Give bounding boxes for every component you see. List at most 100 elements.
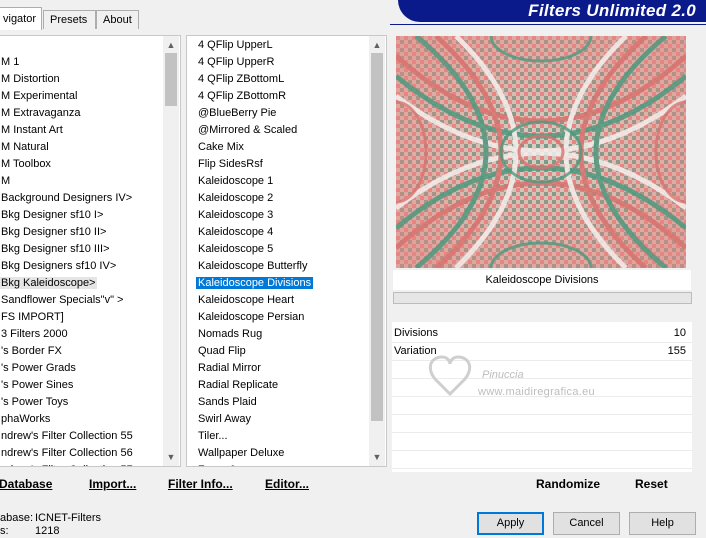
filter-item[interactable]: Kaleidoscope 1	[196, 173, 313, 190]
scrollbar-thumb[interactable]	[371, 53, 383, 421]
param-row-divisions[interactable]: Divisions 10	[392, 324, 692, 342]
help-button[interactable]: Help	[629, 512, 696, 535]
category-item[interactable]: FS IMPORT]	[0, 309, 135, 326]
category-item[interactable]: ndrew's Filter Collection 56	[0, 445, 135, 462]
category-item[interactable]: Sandflower Specials"v" >	[0, 292, 135, 309]
category-item-label: ndrew's Filter Collection 57	[0, 464, 135, 466]
param-value[interactable]: 155	[668, 342, 686, 360]
filter-item[interactable]: Kaleidoscope Persian	[196, 309, 313, 326]
filter-item[interactable]: Wallpaper Deluxe	[196, 445, 313, 462]
filter-item[interactable]: Radial Mirror	[196, 360, 313, 377]
database-link-label: Database	[0, 477, 53, 491]
reset-button[interactable]: Reset	[635, 476, 668, 492]
tab-navigator[interactable]: vigator	[0, 7, 42, 30]
preview-image[interactable]	[396, 36, 686, 268]
banner-rule	[390, 24, 706, 25]
filter-item-label: Sands Plaid	[198, 396, 257, 408]
category-item-label: Bkg Designer sf10 I>	[1, 209, 104, 221]
filter-item-label: Nomads Rug	[198, 328, 263, 340]
divider	[392, 432, 692, 433]
filter-item[interactable]: Tiler...	[196, 428, 313, 445]
category-item[interactable]: M Extravaganza	[0, 105, 135, 122]
category-item[interactable]: M Natural	[0, 139, 135, 156]
category-item[interactable]: Bkg Designers sf10 IV>	[0, 258, 135, 275]
filter-item[interactable]: 4 QFlip UpperL	[196, 37, 313, 54]
tab-about[interactable]: About	[96, 10, 139, 29]
category-item-label: Bkg Kaleidoscope>	[0, 277, 98, 289]
help-label: Help	[651, 517, 674, 529]
category-item[interactable]: 's Power Sines	[0, 377, 135, 394]
category-item[interactable]: M	[0, 173, 135, 190]
filter-item[interactable]: 4 QFlip ZBottomL	[196, 71, 313, 88]
category-item[interactable]: Bkg Designer sf10 III>	[0, 241, 135, 258]
scroll-down-icon[interactable]: ▼	[369, 449, 385, 465]
category-item[interactable]: M Distortion	[0, 71, 135, 88]
category-item[interactable]: M Toolbox	[0, 156, 135, 173]
category-item-label: 's Power Toys	[1, 396, 69, 408]
filter-list[interactable]: 4 QFlip UpperL 4 QFlip UpperR 4 QFlip ZBot…	[196, 37, 314, 466]
database-value: ICNET-Filters	[35, 512, 101, 524]
category-scrollbar[interactable]: ▲ ▼	[163, 36, 179, 466]
category-item[interactable]: ndrew's Filter Collection 55	[0, 428, 135, 445]
filter-item[interactable]: Zoom & ...	[196, 462, 313, 466]
cancel-label: Cancel	[569, 517, 604, 529]
filter-item[interactable]: Kaleidoscope Divisions	[196, 275, 314, 292]
filter-item[interactable]: Kaleidoscope 4	[196, 224, 313, 241]
category-item-label: M Natural	[1, 141, 49, 153]
filter-item[interactable]: @Mirrored & Scaled	[196, 122, 313, 139]
apply-button[interactable]: Apply	[477, 512, 544, 535]
editor-link[interactable]: Editor...	[265, 476, 309, 492]
filter-item[interactable]: Kaleidoscope 5	[196, 241, 313, 258]
filter-item[interactable]: 4 QFlip ZBottomR	[196, 88, 313, 105]
database-link[interactable]: Database	[0, 476, 52, 492]
filter-item-label: @Mirrored & Scaled	[198, 124, 298, 136]
import-link[interactable]: Import...	[89, 476, 136, 492]
filter-item-label: Quad Flip	[198, 345, 246, 357]
category-item[interactable]: 's Power Grads	[0, 360, 135, 377]
filter-item[interactable]: Nomads Rug	[196, 326, 313, 343]
category-item[interactable]: Bkg Designer sf10 II>	[0, 224, 135, 241]
tab-presets[interactable]: Presets	[43, 10, 96, 29]
filter-scrollbar[interactable]: ▲ ▼	[369, 36, 385, 466]
filter-item[interactable]: @BlueBerry Pie	[196, 105, 313, 122]
filter-item[interactable]: Kaleidoscope 2	[196, 190, 313, 207]
filter-item[interactable]: Cake Mix	[196, 139, 313, 156]
category-list[interactable]: M 1 M Distortion M Experimental M Extravaga…	[0, 54, 135, 466]
filter-name-display: Kaleidoscope Divisions	[393, 270, 691, 290]
category-item[interactable]: 's Power Toys	[0, 394, 135, 411]
filter-count-info: s: 1218	[0, 525, 59, 538]
filter-item[interactable]: Swirl Away	[196, 411, 313, 428]
category-item[interactable]: phaWorks	[0, 411, 135, 428]
category-item[interactable]: Background Designers IV>	[0, 190, 135, 207]
scrollbar-thumb[interactable]	[165, 53, 177, 106]
scroll-up-icon[interactable]: ▲	[369, 37, 385, 53]
category-item[interactable]: M Instant Art	[0, 122, 135, 139]
param-value[interactable]: 10	[674, 324, 686, 342]
category-item-label: Bkg Designer sf10 III>	[1, 243, 110, 255]
filter-item[interactable]: Kaleidoscope 3	[196, 207, 313, 224]
filter-item[interactable]: Kaleidoscope Butterfly	[196, 258, 313, 275]
category-item[interactable]: M 1	[0, 54, 135, 71]
filter-item-label: 4 QFlip UpperR	[198, 56, 275, 68]
filter-item[interactable]: Flip SidesRsf	[196, 156, 313, 173]
filter-item-label: Kaleidoscope 3	[198, 209, 274, 221]
filter-item[interactable]: 4 QFlip UpperR	[196, 54, 313, 71]
category-item[interactable]: 3 Filters 2000	[0, 326, 135, 343]
filter-item[interactable]: Radial Replicate	[196, 377, 313, 394]
category-item[interactable]: Bkg Kaleidoscope>	[0, 275, 135, 292]
filter-item-label: @BlueBerry Pie	[198, 107, 277, 119]
category-item[interactable]: M Experimental	[0, 88, 135, 105]
category-item[interactable]: ndrew's Filter Collection 57	[0, 462, 135, 466]
cancel-button[interactable]: Cancel	[553, 512, 620, 535]
category-item[interactable]: Bkg Designer sf10 I>	[0, 207, 135, 224]
filter-item-label: Kaleidoscope 4	[198, 226, 274, 238]
filter-item[interactable]: Sands Plaid	[196, 394, 313, 411]
filter-item[interactable]: Kaleidoscope Heart	[196, 292, 313, 309]
randomize-button[interactable]: Randomize	[536, 476, 600, 492]
scroll-down-icon[interactable]: ▼	[163, 449, 179, 465]
scroll-up-icon[interactable]: ▲	[163, 37, 179, 53]
filter-item[interactable]: Quad Flip	[196, 343, 313, 360]
filter-info-link[interactable]: Filter Info...	[168, 476, 233, 492]
category-item[interactable]: 's Border FX	[0, 343, 135, 360]
filter-list-panel: 4 QFlip UpperL 4 QFlip UpperR 4 QFlip ZBot…	[186, 35, 387, 467]
